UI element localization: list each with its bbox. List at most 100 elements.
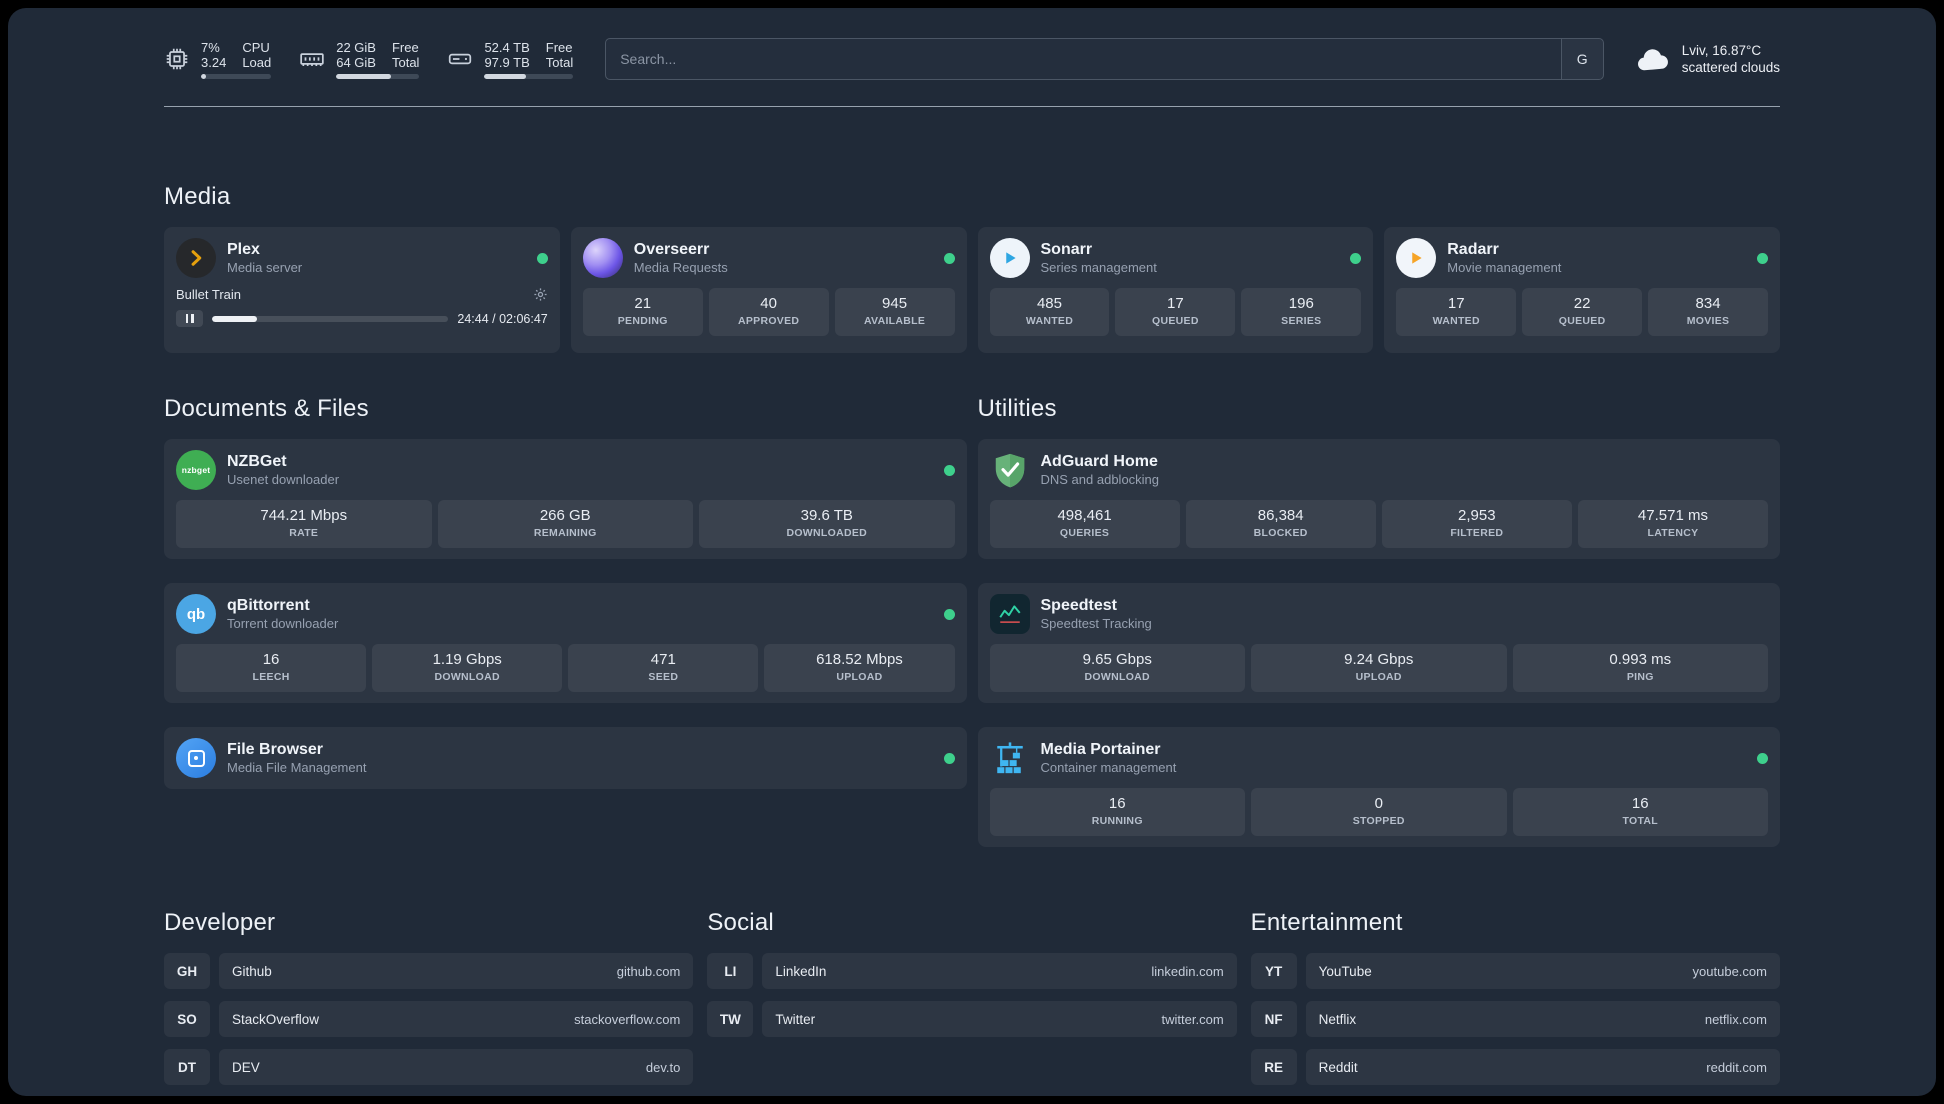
service-subtitle: Movie management xyxy=(1447,260,1562,275)
service-subtitle: Speedtest Tracking xyxy=(1040,616,1152,631)
status-dot xyxy=(943,464,955,476)
service-name: Overseerr xyxy=(633,241,710,258)
service-card-filebrowser[interactable]: File Browser Media File Management xyxy=(164,727,967,789)
service-name: Speedtest xyxy=(1040,597,1117,614)
service-card-adguard[interactable]: AdGuard Home DNS and adblocking 498,461 Q… xyxy=(977,439,1780,559)
stat-upload: 9.24 Gbps UPLOAD xyxy=(1251,644,1507,692)
stat-download: 1.19 Gbps DOWNLOAD xyxy=(372,644,563,692)
disk-usage-bar xyxy=(484,73,574,79)
bookmark-url: linkedin.com xyxy=(1151,963,1224,979)
stat-stopped: 0 STOPPED xyxy=(1251,788,1507,836)
overseerr-icon xyxy=(582,238,623,278)
section-title-developer: Developer xyxy=(164,909,276,936)
service-card-sonarr[interactable]: Sonarr Series management 485 WANTED 17 QUE… xyxy=(977,227,1374,353)
gear-icon[interactable] xyxy=(533,287,548,302)
cpu-load-value: 3.24 xyxy=(201,54,227,70)
service-card-overseerr[interactable]: Overseerr Media Requests 21 PENDING 40 APP… xyxy=(570,227,967,353)
service-card-nzbget[interactable]: nzbget NZBGet Usenet downloader 744.21 M… xyxy=(164,439,967,559)
bookmark-dev[interactable]: DT DEV dev.to xyxy=(164,1049,694,1085)
status-dot xyxy=(943,608,955,620)
status-dot xyxy=(536,252,548,264)
top-bar: 7% 3.24 CPU Load 22 GiB 64 GiB Free Tota… xyxy=(164,38,1780,80)
bookmark-abbr: NF xyxy=(1250,1001,1297,1037)
bookmark-name: Reddit xyxy=(1318,1059,1358,1075)
stat-queued: 17 QUEUED xyxy=(1115,288,1236,336)
stat-rate: 744.21 Mbps RATE xyxy=(176,500,432,548)
bookmark-url: reddit.com xyxy=(1706,1059,1767,1075)
service-name: Plex xyxy=(227,241,260,258)
stat-movies: 834 MOVIES xyxy=(1648,288,1769,336)
playback-time: 24:44 / 02:06:47 xyxy=(457,311,548,326)
bookmark-stackoverflow[interactable]: SO StackOverflow stackoverflow.com xyxy=(164,1001,694,1037)
stat-ping: 0.993 ms PING xyxy=(1512,644,1768,692)
service-card-speedtest[interactable]: Speedtest Speedtest Tracking 9.65 Gbps DO… xyxy=(977,583,1780,703)
bookmark-name: Netflix xyxy=(1318,1011,1357,1027)
ram-widget: 22 GiB 64 GiB Free Total xyxy=(299,39,420,79)
bookmark-name: Twitter xyxy=(775,1011,816,1027)
bookmark-url: twitter.com xyxy=(1161,1011,1224,1027)
bookmark-abbr: SO xyxy=(164,1001,210,1037)
bookmark-url: netflix.com xyxy=(1704,1011,1767,1027)
service-card-radarr[interactable]: Radarr Movie management 17 WANTED 22 QUEUE… xyxy=(1384,227,1780,353)
service-name: qBittorrent xyxy=(227,597,310,614)
bookmark-abbr: TW xyxy=(707,1001,754,1037)
ram-total-value: 64 GiB xyxy=(336,54,376,70)
stat-queries: 498,461 QUERIES xyxy=(989,500,1180,548)
search-input[interactable] xyxy=(606,39,1561,79)
bookmark-name: StackOverflow xyxy=(232,1011,320,1027)
section-title-utilities: Utilities xyxy=(977,395,1057,422)
disk-icon xyxy=(449,53,472,65)
weather-condition: scattered clouds xyxy=(1681,60,1780,75)
service-name: Media Portainer xyxy=(1040,741,1161,758)
cpu-widget: 7% 3.24 CPU Load xyxy=(164,39,272,79)
stat-wanted: 17 WANTED xyxy=(1396,288,1517,336)
ram-free-value: 22 GiB xyxy=(336,39,376,55)
search-engine-button[interactable]: G xyxy=(1560,39,1603,79)
bookmark-url: dev.to xyxy=(645,1059,681,1075)
stat-leech: 16 LEECH xyxy=(176,644,367,692)
cpu-percent: 7% xyxy=(201,39,220,55)
radarr-icon xyxy=(1396,238,1437,278)
stat-wanted: 485 WANTED xyxy=(989,288,1110,336)
service-name: Radarr xyxy=(1447,241,1499,258)
stat-downloaded: 39.6 TB DOWNLOADED xyxy=(699,500,955,548)
stat-total: 16 TOTAL xyxy=(1512,788,1768,836)
bookmark-abbr: DT xyxy=(164,1049,210,1085)
status-dot xyxy=(943,252,955,264)
bookmark-reddit[interactable]: RE Reddit reddit.com xyxy=(1250,1049,1780,1085)
disk-total-value: 97.9 TB xyxy=(484,54,530,70)
section-title-social: Social xyxy=(707,909,774,936)
topbar-divider xyxy=(164,106,1780,107)
bookmark-netflix[interactable]: NF Netflix netflix.com xyxy=(1250,1001,1780,1037)
nzbget-icon: nzbget xyxy=(176,450,216,490)
service-subtitle: Media Requests xyxy=(633,260,728,275)
cpu-label-2: Load xyxy=(242,54,272,70)
dashboard: 7% 3.24 CPU Load 22 GiB 64 GiB Free Tota… xyxy=(8,8,1936,1096)
service-card-plex[interactable]: Plex Media server Bullet Train 24:44 / 0… xyxy=(164,227,560,353)
bookmark-linkedin[interactable]: LI LinkedIn linkedin.com xyxy=(707,953,1237,989)
bookmark-twitter[interactable]: TW Twitter twitter.com xyxy=(707,1001,1237,1037)
bookmarks-entertainment: Entertainment YT YouTube youtube.com NF … xyxy=(1250,909,1780,1085)
status-dot xyxy=(1757,252,1768,264)
service-card-qbittorrent[interactable]: qb qBittorrent Torrent downloader 16 LEEC… xyxy=(164,583,967,703)
stat-available: 945 AVAILABLE xyxy=(834,288,955,336)
service-name: Sonarr xyxy=(1040,241,1093,258)
service-card-portainer[interactable]: Media Portainer Container management 16 R… xyxy=(977,727,1780,847)
cpu-icon xyxy=(166,48,188,70)
documents-column: Documents & Files nzbget NZBGet Usenet d… xyxy=(164,395,967,789)
playback-progress-bar[interactable] xyxy=(212,315,449,322)
section-title-documents: Documents & Files xyxy=(164,395,369,422)
stat-running: 16 RUNNING xyxy=(989,788,1245,836)
bookmark-name: DEV xyxy=(232,1059,260,1075)
bookmark-youtube[interactable]: YT YouTube youtube.com xyxy=(1250,953,1780,989)
pause-button[interactable] xyxy=(176,310,203,327)
filebrowser-icon xyxy=(176,738,216,778)
media-grid: Plex Media server Bullet Train 24:44 / 0… xyxy=(164,227,1780,353)
bookmark-abbr: GH xyxy=(164,953,210,989)
disk-label-2: Total xyxy=(545,54,574,70)
stat-seed: 471 SEED xyxy=(568,644,759,692)
bookmark-github[interactable]: GH Github github.com xyxy=(164,953,694,989)
stat-remaining: 266 GB REMAINING xyxy=(437,500,693,548)
stat-upload: 618.52 Mbps UPLOAD xyxy=(764,644,955,692)
status-dot xyxy=(943,752,955,764)
